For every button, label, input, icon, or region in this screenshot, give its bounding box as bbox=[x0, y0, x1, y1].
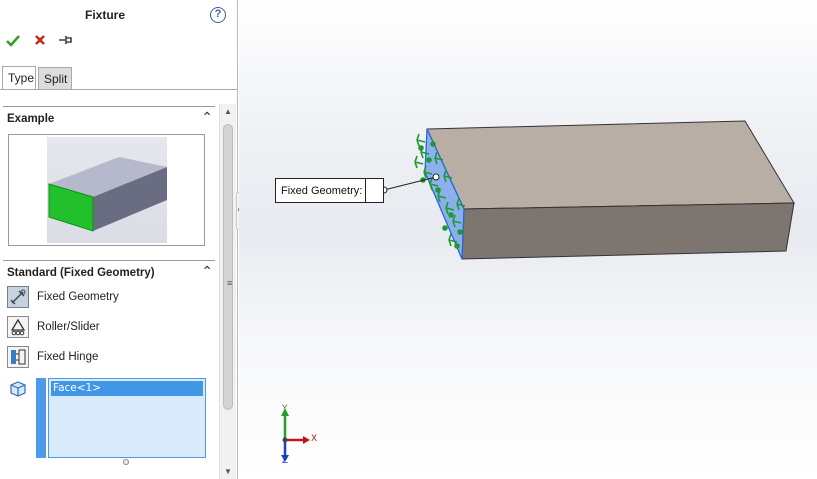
graphics-viewport[interactable]: Fixed Geometry: Y X Z bbox=[239, 0, 817, 479]
example-preview bbox=[8, 134, 205, 246]
option-fixed-geometry[interactable]: Fixed Geometry bbox=[7, 286, 207, 308]
axis-y-label: Y bbox=[282, 404, 288, 414]
callout-separator bbox=[365, 179, 366, 202]
roller-slider-icon bbox=[7, 316, 29, 338]
tab-split[interactable]: Split bbox=[38, 67, 72, 89]
panel-title: Fixture bbox=[84, 8, 125, 22]
option-label: Fixed Geometry bbox=[37, 291, 119, 303]
chevron-up-icon[interactable]: ⌃ bbox=[201, 109, 213, 126]
box-front-face bbox=[461, 202, 795, 260]
scroll-down-arrow-icon[interactable]: ▼ bbox=[224, 467, 232, 476]
example-section-title: Example bbox=[7, 113, 55, 125]
standard-section-title: Standard (Fixed Geometry) bbox=[7, 267, 155, 279]
panel-content: Example ⌃ Standard (Fixed Geometry) ⌃ Fi… bbox=[0, 104, 237, 479]
selection-indicator-bar bbox=[36, 378, 46, 458]
option-roller-slider[interactable]: Roller/Slider bbox=[7, 316, 207, 338]
callout-label: Fixed Geometry: bbox=[281, 185, 363, 197]
pin-button[interactable] bbox=[57, 33, 75, 51]
callout-leader-line bbox=[383, 176, 437, 191]
reference-triad: Y X Z bbox=[269, 402, 319, 467]
grip-icon: ≡ bbox=[227, 278, 233, 288]
selection-item-face[interactable]: Face<1> bbox=[51, 381, 203, 396]
example-section-header[interactable]: Example ⌃ bbox=[3, 106, 215, 128]
fixed-geometry-callout[interactable]: Fixed Geometry: bbox=[275, 178, 384, 203]
3d-model[interactable] bbox=[239, 0, 817, 479]
pushpin-icon bbox=[59, 36, 72, 44]
axis-x-label: X bbox=[311, 434, 318, 444]
ok-button[interactable] bbox=[4, 33, 22, 51]
tab-divider bbox=[0, 89, 237, 90]
box-top-face bbox=[426, 120, 795, 210]
option-label: Roller/Slider bbox=[37, 321, 100, 333]
option-label: Fixed Hinge bbox=[37, 351, 99, 363]
option-fixed-hinge[interactable]: Fixed Hinge bbox=[7, 346, 207, 368]
axis-z-label: Z bbox=[282, 456, 289, 466]
checkmark-icon bbox=[6, 35, 20, 47]
selection-list[interactable]: Face<1> bbox=[48, 378, 206, 458]
callout-target bbox=[432, 173, 440, 181]
example-image bbox=[47, 137, 167, 243]
scrollbar-thumb[interactable]: ≡ bbox=[223, 124, 233, 410]
list-resize-handle[interactable] bbox=[123, 459, 129, 465]
help-icon[interactable]: ? bbox=[210, 7, 226, 23]
example-box-illustration bbox=[48, 157, 167, 232]
cancel-button[interactable] bbox=[31, 33, 49, 51]
standard-section-header[interactable]: Standard (Fixed Geometry) ⌃ bbox=[3, 260, 215, 282]
scroll-up-arrow-icon[interactable]: ▲ bbox=[224, 107, 232, 116]
chevron-up-icon[interactable]: ⌃ bbox=[201, 263, 213, 280]
face-cube-icon bbox=[9, 380, 27, 398]
property-manager-panel: Fixture ? Type Split Example ⌃ Standard … bbox=[0, 0, 238, 479]
fixed-geometry-icon bbox=[7, 286, 29, 308]
tab-type[interactable]: Type bbox=[2, 66, 36, 90]
panel-scrollbar[interactable]: ▲ ≡ ▼ bbox=[219, 104, 236, 479]
fixed-hinge-icon bbox=[7, 346, 29, 368]
x-icon bbox=[35, 35, 45, 45]
